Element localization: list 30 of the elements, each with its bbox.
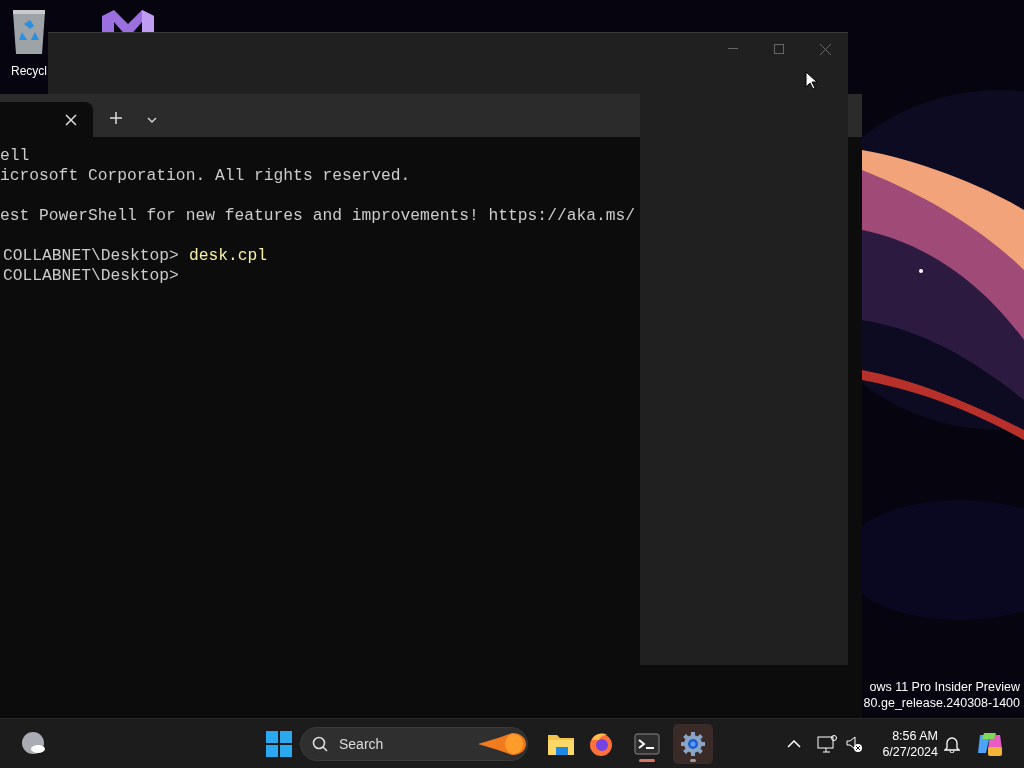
caret-icon (147, 116, 157, 123)
terminal-prompt: COLLABNET\Desktop> (2, 266, 179, 286)
terminal-output-line: icrosoft Corporation. All rights reserved. (0, 166, 411, 186)
terminal-icon (634, 732, 660, 755)
terminal-prompt: COLLABNET\Desktop> (2, 246, 179, 266)
taskbar-app-button[interactable] (673, 723, 713, 764)
chevron-up-icon[interactable] (787, 739, 801, 748)
close-icon (65, 113, 77, 126)
terminal-output-line: ell (0, 146, 30, 166)
minimize-icon (728, 48, 738, 50)
terminal-command: desk.cpl (188, 246, 268, 266)
search-field[interactable]: Search (300, 726, 528, 761)
volume-muted-icon[interactable] (845, 734, 863, 753)
clock-date[interactable]: 6/27/2024 (882, 744, 938, 759)
gear-icon (680, 730, 706, 757)
build-info-text: ows 11 Pro Insider Preview (869, 680, 1020, 694)
bell-icon[interactable] (944, 734, 960, 753)
maximize-icon (774, 44, 784, 54)
network-icon[interactable] (817, 734, 837, 753)
desktop-icon-label: Recycl (11, 64, 47, 78)
mouse-pointer-icon (805, 71, 817, 90)
build-info-text: 80.ge_release.240308-1400 (863, 696, 1020, 710)
terminal-output-line: est PowerShell for new features and improvements! https://aka.ms/ (0, 206, 636, 226)
recycle-bin-icon[interactable] (10, 8, 48, 54)
plus-icon (110, 111, 122, 124)
close-icon (819, 43, 831, 55)
flame-icon (478, 730, 526, 757)
search-icon (312, 735, 328, 752)
windows-logo-icon (266, 730, 292, 757)
clock-time[interactable]: 8:56 AM (892, 728, 938, 743)
